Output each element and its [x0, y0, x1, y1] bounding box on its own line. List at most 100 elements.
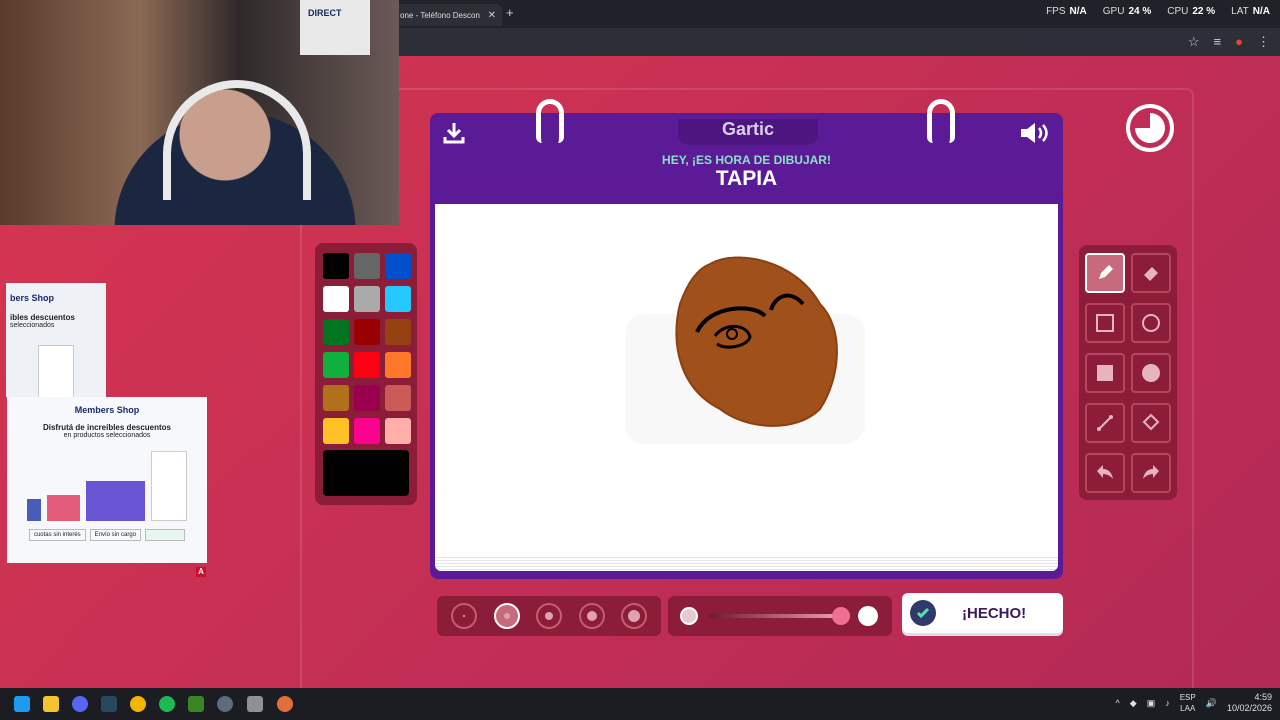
clock[interactable]: 4:59 10/02/2026 — [1227, 692, 1272, 714]
color-swatch[interactable] — [323, 352, 349, 378]
browser-menu-icon[interactable]: ⋮ — [1257, 34, 1270, 50]
color-swatch[interactable] — [385, 418, 411, 444]
color-swatch[interactable] — [385, 385, 411, 411]
checkmark-icon — [910, 600, 936, 626]
line-tool[interactable] — [1085, 403, 1125, 443]
fill-bucket-tool[interactable] — [1131, 403, 1171, 443]
eraser-tool[interactable] — [1131, 253, 1171, 293]
microphone-icon[interactable]: ♪ — [1165, 698, 1170, 708]
opacity-track[interactable] — [708, 614, 848, 618]
circle-fill-icon — [1142, 364, 1160, 382]
color-swatch[interactable] — [323, 385, 349, 411]
ad-subline: en productos seleccionados — [63, 432, 151, 439]
eraser-icon — [1144, 267, 1158, 281]
perf-gpu: GPU 24 % — [1102, 6, 1152, 17]
performance-overlay: FPS N/A GPU 24 % CPU 22 % LAT N/A — [1046, 6, 1270, 17]
perf-fps: FPS N/A — [1046, 6, 1087, 17]
bookmark-star-icon[interactable]: ☆ — [1188, 34, 1200, 50]
windows-taskbar: ^ ◆ ▣ ♪ ESP LAA 🔊 4:59 10/02/2026 — [0, 688, 1280, 720]
undo-tool[interactable] — [1085, 453, 1125, 493]
tray-app-icon[interactable]: ▣ — [1147, 698, 1156, 709]
brush-size-option[interactable] — [493, 603, 520, 629]
volume-icon[interactable]: 🔊 — [1206, 698, 1217, 709]
opacity-handle[interactable] — [832, 607, 850, 625]
binder-ring-left — [536, 99, 564, 143]
perf-cpu: CPU 22 % — [1167, 6, 1216, 17]
minecraft-icon[interactable] — [188, 696, 204, 712]
language-indicator[interactable]: ESP LAA — [1180, 692, 1196, 714]
rectangle-fill-icon — [1097, 365, 1113, 381]
download-icon[interactable] — [442, 121, 466, 145]
ad-option-envio: Envío sin cargo — [89, 529, 142, 541]
rectangle-outline-tool[interactable] — [1085, 303, 1125, 343]
color-swatch[interactable] — [385, 319, 411, 345]
opacity-slider[interactable] — [668, 596, 892, 636]
ad-options: cuotas sin interés Envío sin cargo — [7, 529, 207, 541]
browser-tab[interactable]: one - Teléfono Descon ✕ — [390, 4, 502, 26]
color-swatch[interactable] — [323, 253, 349, 279]
ad-banner[interactable]: Members Shop Disfrutá de increíbles desc… — [7, 397, 207, 563]
tab-close-icon[interactable]: ✕ — [488, 10, 496, 21]
tray-steam-icon[interactable]: ◆ — [1130, 698, 1137, 709]
word-to-draw: TAPIA — [715, 167, 778, 190]
rectangle-outline-icon — [1096, 314, 1114, 332]
rectangle-fill-tool[interactable] — [1085, 353, 1125, 393]
brush-size-selector — [437, 596, 661, 636]
circle-outline-tool[interactable] — [1131, 303, 1171, 343]
ad-washer — [38, 345, 74, 401]
file-explorer-icon[interactable] — [43, 696, 59, 712]
color-swatch[interactable] — [354, 253, 380, 279]
webcam-overlay: DIRECT — [0, 0, 399, 225]
sound-icon[interactable] — [1019, 121, 1051, 145]
brush-size-option[interactable] — [536, 603, 562, 629]
color-swatch[interactable] — [385, 253, 411, 279]
color-swatch[interactable] — [385, 286, 411, 312]
drawing-card-header: Gartic HEY, ¡ES HORA DE DIBUJAR! TAPIA — [430, 99, 1063, 201]
color-swatch[interactable] — [354, 319, 380, 345]
redo-tool[interactable] — [1131, 453, 1171, 493]
color-swatch[interactable] — [354, 418, 380, 444]
new-tab-button[interactable]: + — [506, 5, 514, 20]
tab-title: one - Teléfono Descon — [400, 10, 480, 20]
ad-brand-partial: bers Shop — [10, 293, 55, 303]
color-swatch[interactable] — [323, 418, 349, 444]
extension-icon[interactable]: ● — [1235, 34, 1243, 50]
done-label: ¡HECHO! — [962, 604, 1027, 622]
done-button[interactable]: ¡HECHO! — [902, 593, 1063, 633]
chrome-icon[interactable] — [130, 696, 146, 712]
redo-icon — [1143, 465, 1159, 479]
ad-line2: seleccionados — [10, 322, 55, 329]
start-icon[interactable] — [14, 696, 30, 712]
pencil-tool[interactable] — [1085, 253, 1125, 293]
color-swatch[interactable] — [385, 352, 411, 378]
ad-badge[interactable]: A — [196, 567, 206, 577]
drawing-canvas[interactable] — [435, 204, 1058, 564]
settings-icon[interactable] — [247, 696, 263, 712]
brush-size-option[interactable] — [451, 603, 477, 629]
timer-icon — [1126, 104, 1174, 152]
media-controls-icon[interactable]: ≡ — [1214, 34, 1222, 50]
color-swatch[interactable] — [323, 286, 349, 312]
headphones — [163, 80, 311, 200]
spotify-icon[interactable] — [159, 696, 175, 712]
binder-ring-right — [927, 99, 955, 143]
ad-line1: ibles descuentos — [10, 313, 75, 322]
color-swatch[interactable] — [354, 352, 380, 378]
browser-icon[interactable] — [277, 696, 293, 712]
color-swatch[interactable] — [323, 319, 349, 345]
color-swatch[interactable] — [354, 385, 380, 411]
drawing-area — [430, 201, 1063, 579]
brush-size-option[interactable] — [621, 603, 647, 629]
tool-panel — [1079, 245, 1177, 500]
discord-icon[interactable] — [72, 696, 88, 712]
ad-option-cuotas: cuotas sin interés — [28, 529, 86, 541]
app-icon[interactable] — [217, 696, 233, 712]
current-color-preview — [323, 450, 409, 496]
ad-banner-back[interactable]: bers Shop ibles descuentos seleccionados — [6, 283, 106, 401]
steam-icon[interactable] — [101, 696, 117, 712]
system-tray: ^ ◆ ▣ ♪ ESP LAA 🔊 4:59 10/02/2026 — [1116, 692, 1272, 714]
circle-fill-tool[interactable] — [1131, 353, 1171, 393]
tray-overflow-icon[interactable]: ^ — [1116, 698, 1120, 708]
brush-size-option[interactable] — [578, 603, 605, 629]
color-swatch[interactable] — [354, 286, 380, 312]
